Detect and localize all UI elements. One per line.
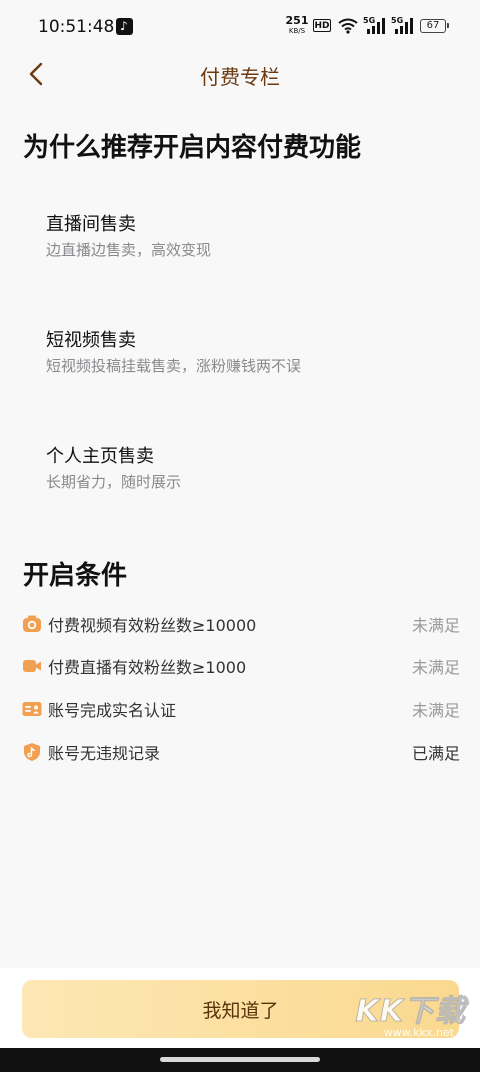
signal-label-2: 5G (391, 16, 404, 25)
feature-short-video: 短视频售卖 短视频投稿挂载售卖，涨粉赚钱两不误 (46, 329, 446, 376)
feature-title: 个人主页售卖 (46, 446, 154, 467)
page-title: 付费专栏 (200, 65, 280, 89)
watermark-url: www.kkx.net (383, 1026, 454, 1039)
network-speed: 251 KB/S (285, 14, 309, 36)
condition-label: 付费视频有效粉丝数≥10000 (48, 616, 257, 635)
condition-label: 账号无违规记录 (48, 744, 161, 763)
condition-label: 账号完成实名认证 (48, 701, 177, 720)
condition-status: 未满足 (411, 658, 460, 677)
watermark: KK下载 www.kkx.net (352, 982, 472, 1046)
feature-profile-page: 个人主页售卖 长期省力，随时展示 (46, 445, 446, 492)
cellular-signal-icon: 5G (363, 16, 385, 38)
condition-row-real-name: 账号完成实名认证 未满足 (22, 694, 460, 722)
condition-status: 未满足 (411, 616, 460, 635)
condition-row-live-fans: 付费直播有效粉丝数≥1000 未满足 (22, 651, 460, 679)
status-bar: 10:51:48 ♪ 251 KB/S HD 5G 5G 67 (0, 0, 480, 52)
signal-label: 5G (363, 16, 376, 25)
id-card-icon (22, 702, 42, 716)
hd-icon: HD (313, 19, 331, 32)
tiktok-notification-icon: ♪ (116, 18, 133, 35)
feature-desc: 短视频投稿挂载售卖，涨粉赚钱两不误 (46, 357, 302, 375)
condition-row-no-violation: 账号无违规记录 已满足 (22, 737, 460, 765)
network-speed-unit: KB/S (288, 27, 306, 35)
battery-icon: 67 (420, 19, 449, 33)
bottom-action-area: 我知道了 KK下载 www.kkx.net (0, 968, 480, 1048)
video-camera-icon (23, 660, 41, 672)
feature-title: 直播间售卖 (46, 214, 136, 235)
feature-live-room: 直播间售卖 边直播边售卖，高效变现 (46, 213, 446, 260)
feature-desc: 长期省力，随时展示 (46, 473, 182, 491)
feature-title: 短视频售卖 (46, 330, 136, 351)
home-indicator[interactable] (160, 1057, 320, 1062)
condition-status: 已满足 (411, 744, 460, 763)
conditions-section-title: 开启条件 (23, 561, 128, 591)
condition-label: 付费直播有效粉丝数≥1000 (48, 658, 247, 677)
system-navigation-bar (0, 1048, 480, 1072)
why-section-title: 为什么推荐开启内容付费功能 (23, 133, 362, 163)
condition-status: 未满足 (411, 701, 460, 720)
header: 付费专栏 (0, 52, 480, 96)
condition-row-video-fans: 付费视频有效粉丝数≥10000 未满足 (22, 609, 460, 637)
cellular-signal-icon-2: 5G (391, 16, 413, 38)
feature-desc: 边直播边售卖，高效变现 (46, 241, 212, 259)
camera-icon (23, 615, 41, 632)
watermark-logo: KK下载 (355, 994, 466, 1030)
shield-icon (24, 743, 40, 761)
wifi-icon (338, 18, 358, 38)
network-speed-value: 251 (285, 14, 309, 27)
status-time: 10:51:48 (38, 17, 115, 37)
